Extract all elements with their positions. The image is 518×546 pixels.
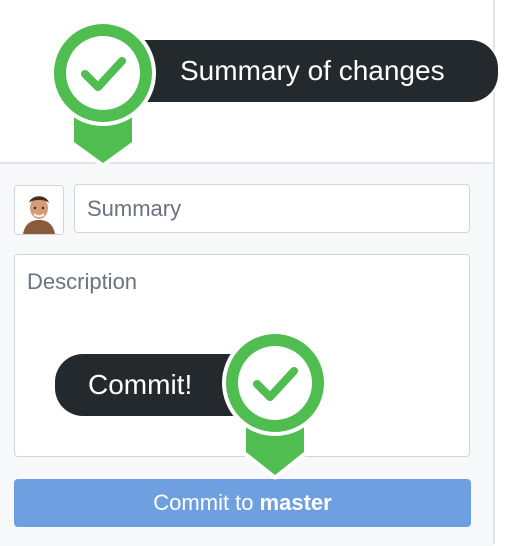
commit-button[interactable]: Commit to master bbox=[14, 479, 471, 527]
commit-callout-label: Commit! bbox=[88, 369, 193, 400]
author-avatar[interactable] bbox=[14, 185, 64, 235]
commit-marker bbox=[222, 330, 328, 480]
branch-name: master bbox=[259, 490, 332, 515]
summary-marker bbox=[50, 20, 156, 168]
commit-panel: Commit to master Summary of changes Comm… bbox=[0, 0, 518, 546]
avatar-image bbox=[15, 186, 63, 234]
summary-callout: Summary of changes bbox=[118, 40, 498, 102]
summary-callout-label: Summary of changes bbox=[180, 55, 445, 86]
commit-button-label: Commit to bbox=[153, 490, 254, 515]
summary-input[interactable] bbox=[74, 184, 470, 233]
